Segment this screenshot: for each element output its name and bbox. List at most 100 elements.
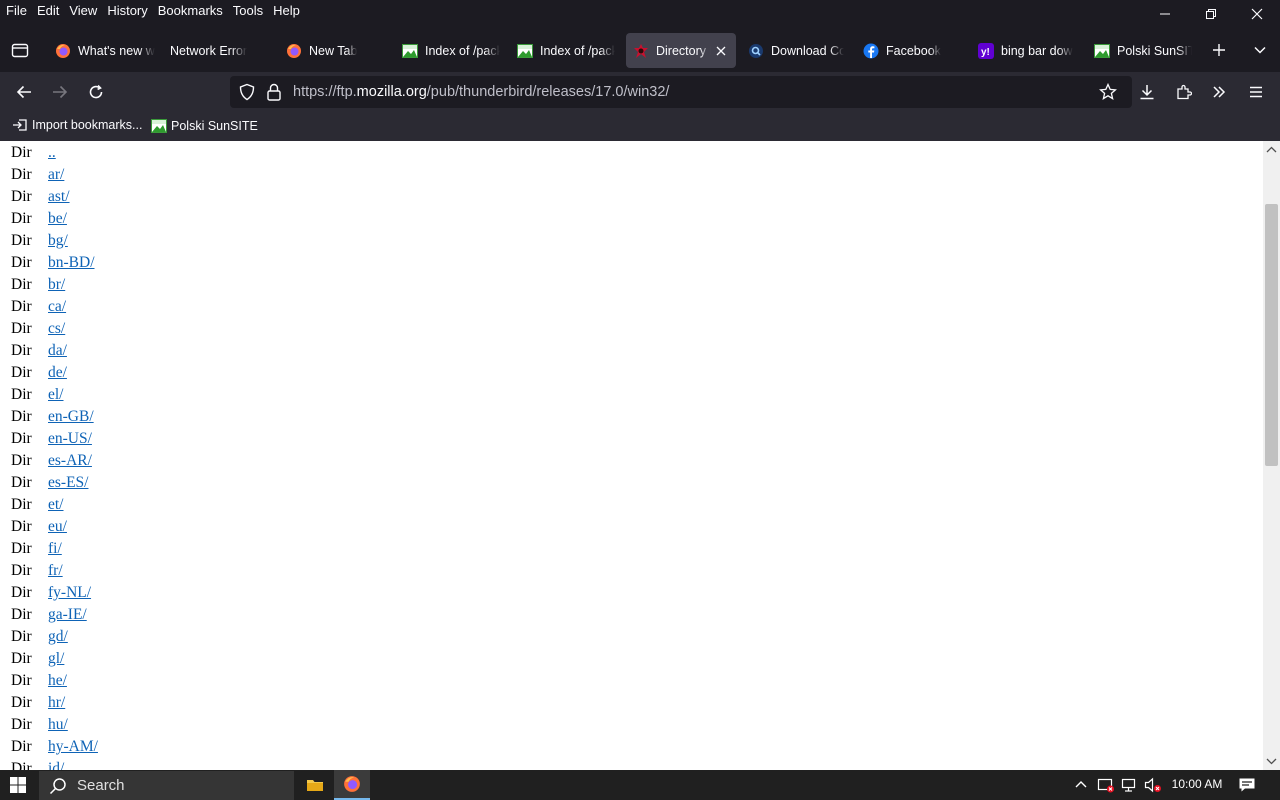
directory-link[interactable]: fy-NL/ bbox=[48, 584, 91, 606]
directory-link[interactable]: be/ bbox=[48, 210, 67, 232]
tab-index-of-pack-2[interactable]: Index of /pack bbox=[517, 33, 615, 68]
reload-button[interactable] bbox=[82, 78, 110, 106]
directory-link[interactable]: et/ bbox=[48, 496, 64, 518]
tab-index-of-pack-1[interactable]: Index of /pack bbox=[402, 33, 500, 68]
list-item: Dir fi/ bbox=[11, 540, 62, 562]
import-bookmarks-item[interactable]: Import bookmarks... bbox=[12, 118, 142, 132]
directory-link[interactable]: es-AR/ bbox=[48, 452, 92, 474]
sunsite-icon bbox=[517, 43, 533, 58]
list-all-tabs-button[interactable] bbox=[1246, 36, 1274, 64]
list-item: Dir bn-BD/ bbox=[11, 254, 95, 276]
directory-link[interactable]: eu/ bbox=[48, 518, 67, 540]
directory-link[interactable]: ga-IE/ bbox=[48, 606, 87, 628]
list-item: Dir.. bbox=[11, 144, 56, 166]
new-tab-button[interactable] bbox=[1205, 36, 1233, 64]
app-menu-button[interactable] bbox=[1242, 78, 1270, 106]
directory-link[interactable]: en-GB/ bbox=[48, 408, 94, 430]
directory-link[interactable]: es-ES/ bbox=[48, 474, 88, 496]
scrollbar-thumb[interactable] bbox=[1265, 204, 1278, 466]
shield-icon[interactable] bbox=[238, 83, 256, 101]
firefox-taskbar-button[interactable] bbox=[334, 770, 370, 800]
minimize-button[interactable] bbox=[1142, 0, 1188, 28]
entry-type: Dir bbox=[11, 518, 32, 535]
directory-link[interactable]: gd/ bbox=[48, 628, 68, 650]
minimize-icon bbox=[1160, 13, 1170, 15]
lock-icon[interactable] bbox=[266, 83, 282, 101]
directory-link[interactable]: ast/ bbox=[48, 188, 70, 210]
directory-link[interactable]: ar/ bbox=[48, 166, 64, 188]
url-text[interactable]: https://ftp.mozilla.org/pub/thunderbird/… bbox=[293, 84, 669, 100]
entry-type: Dir bbox=[11, 342, 32, 359]
entry-type: Dir bbox=[11, 540, 32, 557]
directory-link[interactable]: bn-BD/ bbox=[48, 254, 95, 276]
taskbar-clock[interactable]: 10:00 AM bbox=[1167, 777, 1227, 791]
directory-link[interactable]: ca/ bbox=[48, 298, 66, 320]
tab-facebook[interactable]: Facebook bbox=[863, 33, 961, 68]
url-bar[interactable]: https://ftp.mozilla.org/pub/thunderbird/… bbox=[230, 76, 1132, 108]
start-button[interactable] bbox=[0, 770, 36, 800]
directory-link[interactable]: de/ bbox=[48, 364, 67, 386]
file-explorer-button[interactable] bbox=[297, 770, 333, 800]
restore-icon bbox=[1206, 9, 1216, 19]
facebook-icon bbox=[863, 43, 879, 58]
scroll-down-icon[interactable] bbox=[1263, 754, 1280, 768]
entry-type: Dir bbox=[11, 408, 32, 425]
scroll-up-icon[interactable] bbox=[1263, 143, 1280, 157]
directory-link[interactable]: br/ bbox=[48, 276, 65, 298]
tab-directory-listing[interactable]: Directory L bbox=[626, 33, 736, 68]
reload-icon bbox=[89, 84, 103, 99]
menu-file[interactable]: File bbox=[0, 1, 31, 21]
forward-button[interactable] bbox=[46, 78, 74, 106]
close-tab-icon[interactable] bbox=[715, 45, 727, 57]
taskbar-search-box[interactable]: Search bbox=[39, 771, 294, 800]
tab-new-tab[interactable]: New Tab bbox=[286, 33, 386, 68]
security-tray-button[interactable] bbox=[1097, 777, 1115, 793]
entry-type: Dir bbox=[11, 386, 32, 403]
show-hidden-icons-button[interactable] bbox=[1074, 777, 1088, 791]
firefox-view-button[interactable] bbox=[6, 36, 34, 64]
directory-link[interactable]: fi/ bbox=[48, 540, 62, 562]
menu-history[interactable]: History bbox=[101, 1, 151, 21]
menu-help[interactable]: Help bbox=[267, 1, 304, 21]
more-tools-button[interactable] bbox=[1205, 78, 1233, 106]
close-icon bbox=[1251, 8, 1263, 20]
bookmark-polski-sunsite[interactable]: Polski SunSITE bbox=[151, 118, 258, 134]
menu-tools[interactable]: Tools bbox=[227, 1, 267, 21]
action-center-button[interactable] bbox=[1238, 777, 1256, 793]
list-item: Dir cs/ bbox=[11, 320, 65, 342]
vertical-scrollbar[interactable] bbox=[1263, 141, 1280, 770]
directory-link[interactable]: bg/ bbox=[48, 232, 68, 254]
chevron-down-icon bbox=[1254, 46, 1266, 54]
tab-network-error[interactable]: Network Error bbox=[170, 33, 270, 68]
directory-link[interactable]: gl/ bbox=[48, 650, 64, 672]
directory-link[interactable]: en-US/ bbox=[48, 430, 92, 452]
tab-bing-bar[interactable]: y! bing bar dow bbox=[978, 33, 1076, 68]
network-tray-button[interactable] bbox=[1120, 777, 1138, 793]
downloads-button[interactable] bbox=[1133, 78, 1161, 106]
tab-download[interactable]: Download Co bbox=[748, 33, 844, 68]
directory-link[interactable]: hr/ bbox=[48, 694, 65, 716]
menu-edit[interactable]: Edit bbox=[31, 1, 63, 21]
star-icon[interactable] bbox=[1099, 83, 1117, 101]
directory-link[interactable]: fr/ bbox=[48, 562, 63, 584]
restore-button[interactable] bbox=[1188, 0, 1234, 28]
directory-link[interactable]: id/ bbox=[48, 760, 64, 770]
directory-link[interactable]: da/ bbox=[48, 342, 67, 364]
list-item: Dir bg/ bbox=[11, 232, 68, 254]
back-button[interactable] bbox=[10, 78, 38, 106]
menu-view[interactable]: View bbox=[63, 1, 101, 21]
tab-whats-new[interactable]: What's new w bbox=[55, 33, 155, 68]
menu-bookmarks[interactable]: Bookmarks bbox=[152, 1, 227, 21]
directory-link[interactable]: cs/ bbox=[48, 320, 65, 342]
directory-link[interactable]: .. bbox=[48, 144, 56, 166]
tab-polski-sunsite[interactable]: Polski SunSITE bbox=[1094, 33, 1192, 68]
directory-link[interactable]: hu/ bbox=[48, 716, 68, 738]
close-window-button[interactable] bbox=[1234, 0, 1280, 28]
directory-link[interactable]: el/ bbox=[48, 386, 64, 408]
forward-arrow-icon bbox=[53, 85, 68, 99]
volume-tray-button[interactable] bbox=[1144, 777, 1162, 793]
extensions-button[interactable] bbox=[1170, 78, 1198, 106]
network-icon bbox=[1121, 778, 1136, 792]
directory-link[interactable]: hy-AM/ bbox=[48, 738, 98, 760]
directory-link[interactable]: he/ bbox=[48, 672, 67, 694]
